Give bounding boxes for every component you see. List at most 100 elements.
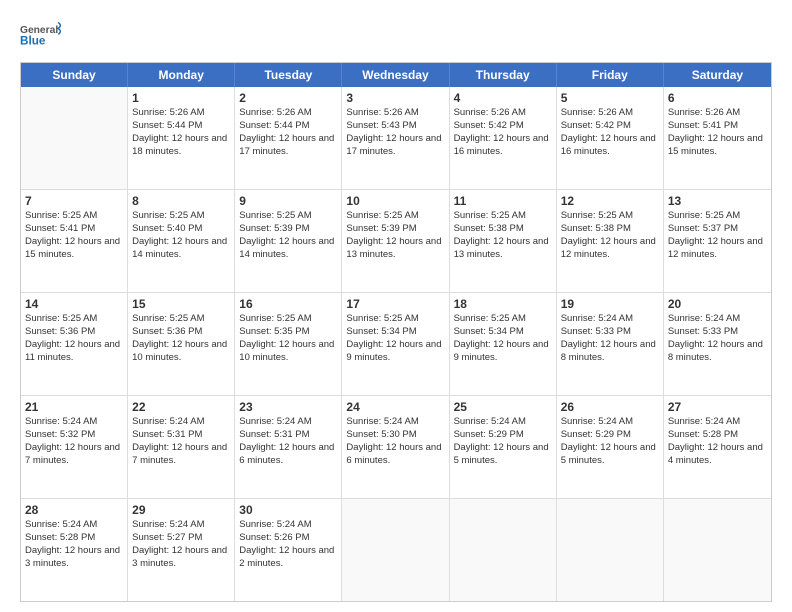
cal-cell: 19Sunrise: 5:24 AMSunset: 5:33 PMDayligh… [557, 293, 664, 395]
sunrise-text: Sunrise: 5:25 AM [454, 210, 552, 223]
day-number: 16 [239, 296, 337, 312]
sunrise-text: Sunrise: 5:24 AM [25, 519, 123, 532]
sunrise-text: Sunrise: 5:24 AM [25, 416, 123, 429]
daylight-text: Daylight: 12 hours and 7 minutes. [25, 442, 123, 468]
sunset-text: Sunset: 5:38 PM [561, 223, 659, 236]
logo-icon: General Blue [20, 16, 64, 54]
cal-cell: 26Sunrise: 5:24 AMSunset: 5:29 PMDayligh… [557, 396, 664, 498]
sunrise-text: Sunrise: 5:24 AM [561, 313, 659, 326]
sunset-text: Sunset: 5:39 PM [346, 223, 444, 236]
cal-cell: 16Sunrise: 5:25 AMSunset: 5:35 PMDayligh… [235, 293, 342, 395]
day-number: 4 [454, 90, 552, 106]
daylight-text: Daylight: 12 hours and 11 minutes. [25, 339, 123, 365]
sunrise-text: Sunrise: 5:24 AM [239, 519, 337, 532]
sunset-text: Sunset: 5:31 PM [239, 429, 337, 442]
cal-cell [342, 499, 449, 601]
sunset-text: Sunset: 5:41 PM [25, 223, 123, 236]
cal-cell: 27Sunrise: 5:24 AMSunset: 5:28 PMDayligh… [664, 396, 771, 498]
sunrise-text: Sunrise: 5:25 AM [561, 210, 659, 223]
daylight-text: Daylight: 12 hours and 2 minutes. [239, 545, 337, 571]
daylight-text: Daylight: 12 hours and 4 minutes. [668, 442, 767, 468]
sunset-text: Sunset: 5:27 PM [132, 532, 230, 545]
day-of-week-thursday: Thursday [450, 63, 557, 87]
cal-cell: 17Sunrise: 5:25 AMSunset: 5:34 PMDayligh… [342, 293, 449, 395]
sunrise-text: Sunrise: 5:25 AM [668, 210, 767, 223]
daylight-text: Daylight: 12 hours and 15 minutes. [668, 133, 767, 159]
daylight-text: Daylight: 12 hours and 10 minutes. [132, 339, 230, 365]
sunset-text: Sunset: 5:38 PM [454, 223, 552, 236]
sunrise-text: Sunrise: 5:24 AM [668, 416, 767, 429]
week-row-1: 1Sunrise: 5:26 AMSunset: 5:44 PMDaylight… [21, 87, 771, 190]
cal-cell: 1Sunrise: 5:26 AMSunset: 5:44 PMDaylight… [128, 87, 235, 189]
sunset-text: Sunset: 5:28 PM [668, 429, 767, 442]
sunrise-text: Sunrise: 5:26 AM [346, 107, 444, 120]
sunrise-text: Sunrise: 5:25 AM [132, 210, 230, 223]
day-of-week-friday: Friday [557, 63, 664, 87]
day-number: 30 [239, 502, 337, 518]
sunset-text: Sunset: 5:42 PM [454, 120, 552, 133]
day-number: 22 [132, 399, 230, 415]
cal-cell: 18Sunrise: 5:25 AMSunset: 5:34 PMDayligh… [450, 293, 557, 395]
sunset-text: Sunset: 5:33 PM [668, 326, 767, 339]
cal-cell: 30Sunrise: 5:24 AMSunset: 5:26 PMDayligh… [235, 499, 342, 601]
sunset-text: Sunset: 5:29 PM [454, 429, 552, 442]
sunset-text: Sunset: 5:34 PM [346, 326, 444, 339]
day-number: 28 [25, 502, 123, 518]
sunrise-text: Sunrise: 5:25 AM [346, 210, 444, 223]
sunset-text: Sunset: 5:28 PM [25, 532, 123, 545]
daylight-text: Daylight: 12 hours and 14 minutes. [239, 236, 337, 262]
day-number: 21 [25, 399, 123, 415]
sunrise-text: Sunrise: 5:25 AM [239, 210, 337, 223]
sunset-text: Sunset: 5:39 PM [239, 223, 337, 236]
sunset-text: Sunset: 5:30 PM [346, 429, 444, 442]
day-number: 7 [25, 193, 123, 209]
daylight-text: Daylight: 12 hours and 5 minutes. [561, 442, 659, 468]
sunrise-text: Sunrise: 5:24 AM [239, 416, 337, 429]
sunrise-text: Sunrise: 5:24 AM [668, 313, 767, 326]
sunset-text: Sunset: 5:29 PM [561, 429, 659, 442]
sunrise-text: Sunrise: 5:24 AM [561, 416, 659, 429]
sunrise-text: Sunrise: 5:25 AM [454, 313, 552, 326]
cal-cell: 9Sunrise: 5:25 AMSunset: 5:39 PMDaylight… [235, 190, 342, 292]
sunrise-text: Sunrise: 5:24 AM [346, 416, 444, 429]
sunset-text: Sunset: 5:36 PM [25, 326, 123, 339]
cal-cell: 23Sunrise: 5:24 AMSunset: 5:31 PMDayligh… [235, 396, 342, 498]
sunrise-text: Sunrise: 5:26 AM [561, 107, 659, 120]
cal-cell: 21Sunrise: 5:24 AMSunset: 5:32 PMDayligh… [21, 396, 128, 498]
day-number: 9 [239, 193, 337, 209]
day-number: 24 [346, 399, 444, 415]
day-number: 25 [454, 399, 552, 415]
daylight-text: Daylight: 12 hours and 5 minutes. [454, 442, 552, 468]
calendar-body: 1Sunrise: 5:26 AMSunset: 5:44 PMDaylight… [21, 87, 771, 601]
cal-cell [664, 499, 771, 601]
sunset-text: Sunset: 5:37 PM [668, 223, 767, 236]
cal-cell: 11Sunrise: 5:25 AMSunset: 5:38 PMDayligh… [450, 190, 557, 292]
day-number: 15 [132, 296, 230, 312]
cal-cell: 3Sunrise: 5:26 AMSunset: 5:43 PMDaylight… [342, 87, 449, 189]
daylight-text: Daylight: 12 hours and 9 minutes. [346, 339, 444, 365]
page: General Blue SundayMondayTuesdayWednesda… [0, 0, 792, 612]
day-number: 23 [239, 399, 337, 415]
cal-cell: 25Sunrise: 5:24 AMSunset: 5:29 PMDayligh… [450, 396, 557, 498]
sunrise-text: Sunrise: 5:24 AM [132, 416, 230, 429]
sunrise-text: Sunrise: 5:25 AM [239, 313, 337, 326]
cal-cell: 24Sunrise: 5:24 AMSunset: 5:30 PMDayligh… [342, 396, 449, 498]
sunrise-text: Sunrise: 5:24 AM [132, 519, 230, 532]
cal-cell [450, 499, 557, 601]
daylight-text: Daylight: 12 hours and 13 minutes. [454, 236, 552, 262]
day-number: 2 [239, 90, 337, 106]
sunrise-text: Sunrise: 5:25 AM [132, 313, 230, 326]
cal-cell [21, 87, 128, 189]
daylight-text: Daylight: 12 hours and 18 minutes. [132, 133, 230, 159]
day-number: 11 [454, 193, 552, 209]
sunrise-text: Sunrise: 5:26 AM [454, 107, 552, 120]
daylight-text: Daylight: 12 hours and 9 minutes. [454, 339, 552, 365]
sunrise-text: Sunrise: 5:26 AM [239, 107, 337, 120]
day-number: 12 [561, 193, 659, 209]
week-row-4: 21Sunrise: 5:24 AMSunset: 5:32 PMDayligh… [21, 396, 771, 499]
sunset-text: Sunset: 5:43 PM [346, 120, 444, 133]
daylight-text: Daylight: 12 hours and 8 minutes. [668, 339, 767, 365]
logo: General Blue [20, 16, 64, 54]
daylight-text: Daylight: 12 hours and 17 minutes. [346, 133, 444, 159]
day-number: 6 [668, 90, 767, 106]
